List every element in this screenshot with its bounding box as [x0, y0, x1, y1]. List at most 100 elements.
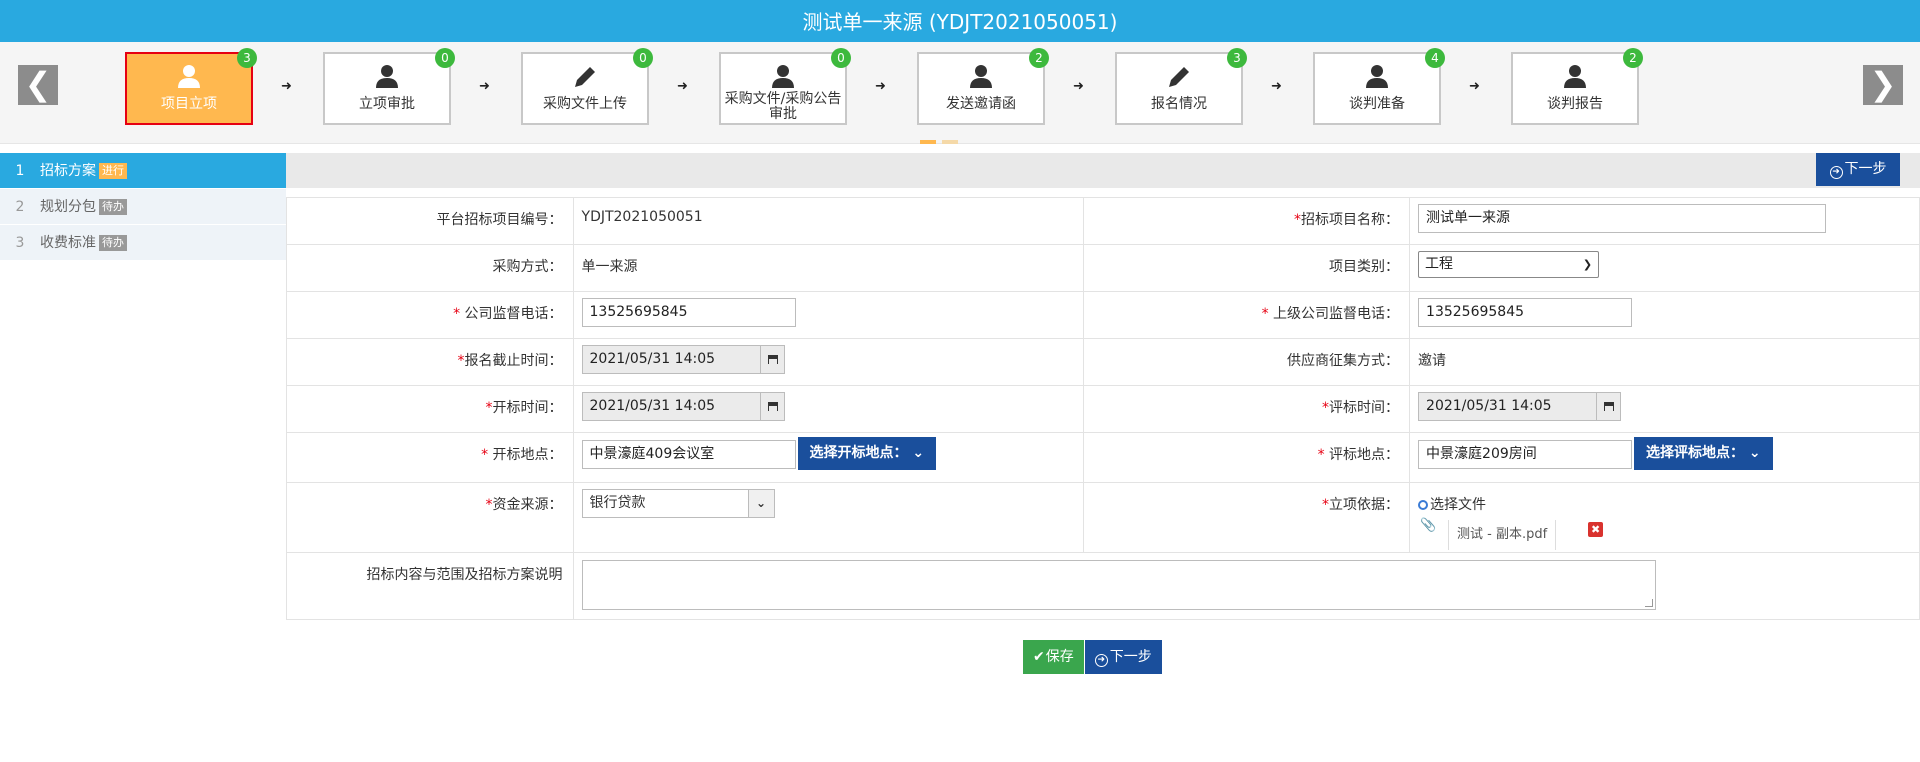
step-label: 立项审批	[359, 96, 415, 112]
next-arrow-button[interactable]: ❯	[1863, 65, 1903, 105]
user-icon	[1366, 65, 1388, 88]
arrow-right-icon: ➜	[875, 79, 886, 94]
step-negotiation-report[interactable]: 谈判报告 2	[1511, 48, 1643, 125]
save-check-icon: ✔	[1033, 649, 1045, 665]
field-label: *招标项目名称：	[1083, 197, 1411, 245]
pencil-icon	[1169, 67, 1189, 87]
search-icon	[1418, 500, 1429, 510]
step-label: 项目立项	[161, 96, 217, 112]
step-project-setup[interactable]: 项目立项 3	[125, 48, 257, 125]
calendar-icon[interactable]	[760, 392, 785, 421]
step-registration[interactable]: 报名情况 3	[1115, 48, 1247, 125]
parent-phone-input[interactable]: 13525695845	[1418, 298, 1633, 327]
field-label: *报名截止时间：	[286, 338, 574, 386]
fund-source-select[interactable]: 银行贷款 ⌄	[581, 489, 775, 518]
step-approval[interactable]: 立项审批 0	[323, 48, 455, 125]
step-negotiation-prep[interactable]: 谈判准备 4	[1313, 48, 1445, 125]
field-label: * 开标地点：	[286, 432, 574, 483]
field-label: 采购方式：	[286, 244, 574, 292]
eval-place-input[interactable]: 中景濠庭209房间	[1418, 440, 1633, 469]
circle-arrow-icon: ➜	[1094, 654, 1108, 667]
field-label: 项目类别：	[1083, 244, 1411, 292]
delete-file-icon[interactable]: ✖	[1588, 522, 1604, 537]
step-count-badge: 2	[1623, 48, 1643, 68]
bottom-actions: ✔保存 ➜ 下一步	[1023, 640, 1163, 674]
toolbar	[286, 153, 1920, 188]
prev-arrow-button[interactable]: ❮	[18, 65, 58, 105]
project-name-input[interactable]: 测试单一来源	[1418, 204, 1827, 233]
sidebar: 1 招标方案 进行 2 规划分包 待办 3 收费标准 待办	[0, 153, 286, 261]
next-step-label: 下一步	[1844, 161, 1887, 177]
chevron-down-icon: ❯	[1582, 258, 1593, 271]
save-button[interactable]: ✔保存	[1023, 640, 1084, 674]
calendar-icon[interactable]	[760, 345, 785, 374]
chevron-down-icon: ⌄	[747, 490, 774, 517]
step-count-badge: 2	[1029, 48, 1049, 68]
field-label: 供应商征集方式：	[1083, 338, 1411, 386]
project-form: 平台招标项目编号： YDJT2021050051 *招标项目名称： 测试单一来源…	[286, 197, 1920, 620]
step-count-badge: 0	[831, 48, 851, 68]
user-icon	[1564, 65, 1586, 88]
company-phone-input[interactable]: 13525695845	[581, 298, 796, 327]
status-badge: 待办	[99, 199, 127, 215]
user-icon	[772, 65, 794, 88]
supplier-method-value: 邀请	[1409, 338, 1920, 386]
step-send-invitation[interactable]: 发送邀请函 2	[917, 48, 1049, 125]
purchase-method-value: 单一来源	[572, 244, 1085, 292]
sidebar-item-label: 收费标准	[40, 235, 96, 251]
user-icon	[970, 65, 992, 88]
open-place-input[interactable]: 中景濠庭409会议室	[581, 440, 796, 469]
step-label: 谈判准备	[1349, 96, 1405, 112]
carousel-dots	[920, 132, 964, 148]
scope-textarea[interactable]	[581, 560, 1656, 610]
arrow-right-icon: ➜	[479, 79, 490, 94]
sidebar-item-label: 规划分包	[40, 199, 96, 215]
field-label: 招标内容与范围及招标方案说明	[286, 552, 574, 620]
field-label: * 评标地点：	[1083, 432, 1411, 483]
field-label: * 公司监督电话：	[286, 291, 574, 339]
open-time-input[interactable]: 2021/05/31 14:05	[581, 392, 761, 421]
chevron-down-icon: ⌄	[1748, 445, 1761, 461]
chevron-down-icon: ⌄	[912, 445, 925, 461]
step-count-badge: 0	[435, 48, 455, 68]
step-label: 报名情况	[1151, 96, 1207, 112]
step-count-badge: 0	[633, 48, 653, 68]
bottom-next-step-button[interactable]: ➜ 下一步	[1084, 640, 1162, 674]
field-label: * 上级公司监督电话：	[1083, 291, 1411, 339]
arrow-right-icon: ➜	[677, 79, 688, 94]
project-no-value: YDJT2021050051	[572, 197, 1085, 245]
step-count-badge: 3	[237, 48, 257, 68]
carousel-dot[interactable]	[942, 140, 958, 144]
sidebar-item-number: 3	[15, 235, 25, 251]
attachment-row: 📎 测试 - 副本.pdf ✖	[1418, 518, 1919, 552]
signup-deadline-input[interactable]: 2021/05/31 14:05	[581, 345, 761, 374]
step-label: 发送邀请函	[946, 96, 1016, 112]
sidebar-item-bidding-plan[interactable]: 1 招标方案 进行	[0, 153, 286, 189]
paperclip-icon: 📎	[1420, 518, 1437, 533]
attachment-filename[interactable]: 测试 - 副本.pdf	[1448, 520, 1557, 550]
choose-open-place-button[interactable]: 选择开标地点： ⌄	[797, 437, 937, 470]
user-icon	[376, 65, 398, 88]
step-label: 谈判报告	[1547, 96, 1603, 112]
step-count-badge: 3	[1227, 48, 1247, 68]
eval-time-input[interactable]: 2021/05/31 14:05	[1418, 392, 1598, 421]
page-title: 测试单一来源 (YDJT2021050051)	[0, 0, 1920, 42]
arrow-right-icon: ➜	[1271, 79, 1282, 94]
sidebar-item-label: 招标方案	[40, 163, 96, 179]
step-file-approval[interactable]: 采购文件/采购公告审批 0	[719, 48, 851, 125]
project-type-select[interactable]: 工程 ❯	[1418, 251, 1600, 278]
arrow-right-icon: ➜	[1073, 79, 1084, 94]
calendar-icon[interactable]	[1597, 392, 1622, 421]
choose-eval-place-button[interactable]: 选择评标地点： ⌄	[1634, 437, 1773, 470]
next-step-button[interactable]: ➜ 下一步	[1816, 153, 1900, 186]
field-label: *开标时间：	[286, 385, 574, 433]
step-label: 采购文件上传	[543, 96, 627, 112]
field-label: *立项依据：	[1083, 482, 1411, 553]
step-label: 采购文件/采购公告审批	[724, 91, 842, 122]
sidebar-item-fees[interactable]: 3 收费标准 待办	[0, 225, 286, 261]
sidebar-item-packaging[interactable]: 2 规划分包 待办	[0, 189, 286, 225]
status-badge: 进行	[99, 163, 127, 179]
choose-file-button[interactable]: 选择文件	[1418, 494, 1919, 514]
step-file-upload[interactable]: 采购文件上传 0	[521, 48, 653, 125]
carousel-dot-active[interactable]	[920, 140, 936, 144]
